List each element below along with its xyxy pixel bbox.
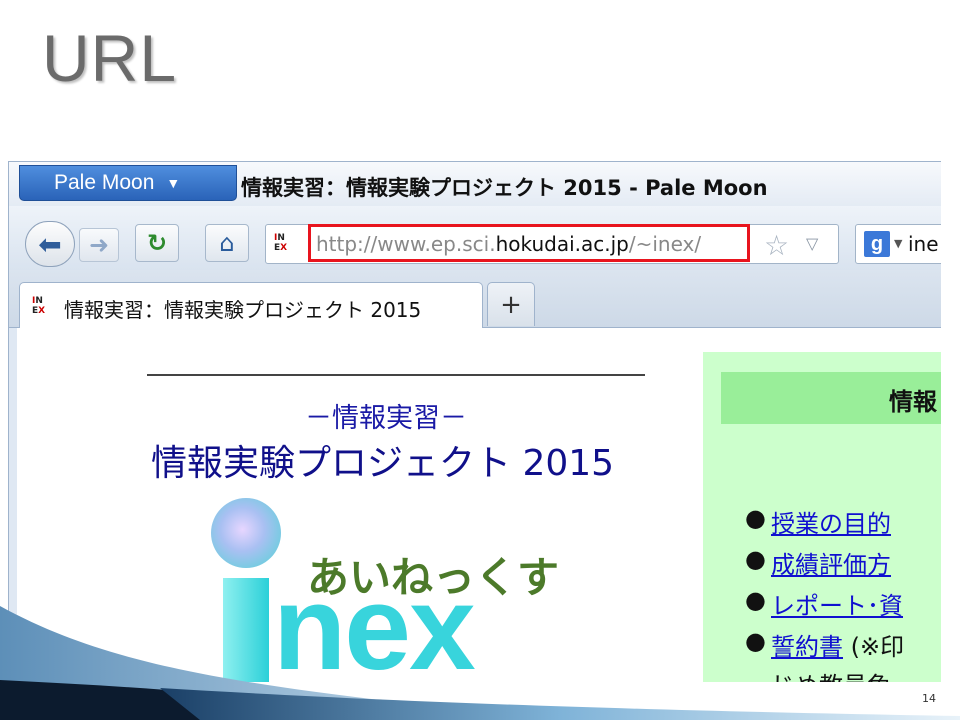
search-input[interactable]: ine [908,232,939,256]
sidebar-link[interactable]: 成績評価方 [771,551,891,579]
page-title: 情報実験プロジェクト 2015 [151,443,615,484]
url-dropdown-icon[interactable]: ▽ [806,234,818,253]
back-button[interactable]: ⬅ [25,221,75,267]
sidebar-header: 情報 [721,372,941,424]
sidebar-title: 情報 [889,388,937,416]
url-highlight-box [308,224,750,262]
logo-dot [211,498,281,568]
search-engine-dropdown-icon[interactable]: ▼ [894,237,902,250]
bookmark-star-icon[interactable]: ☆ [764,229,789,262]
list-item: ● 授業の目的 [745,504,891,538]
navigation-toolbar: ⬅ ➜ ↻ ⌂ IN EX http://www.ep.sci.hokudai.a… [9,206,941,270]
tab-bar: IN EX 情報実習：情報実験プロジェクト 2015 + [9,270,941,329]
footer-swoosh [0,606,960,720]
page-number: 14 [922,692,936,705]
google-search-icon[interactable]: g [864,231,890,257]
divider [147,374,645,376]
tab-label: 情報実習：情報実験プロジェクト 2015 [64,298,422,322]
forward-button[interactable]: ➜ [79,228,119,262]
tab-favicon-icon: IN EX [32,296,46,316]
arrow-left-icon: ⬅ [38,227,62,261]
site-favicon-icon: IN EX [274,233,288,253]
reload-icon: ↻ [146,229,168,257]
new-tab-button[interactable]: + [487,282,535,326]
sidebar-link[interactable]: 授業の目的 [771,510,891,538]
plus-icon: + [500,289,522,320]
search-bar[interactable]: g ▼ ine [855,224,941,264]
home-icon: ⌂ [219,229,235,257]
arrow-right-icon: ➜ [88,231,110,259]
slide-title: URL [42,21,178,95]
app-menu-button[interactable]: Pale Moon ▼ [19,165,237,201]
tab-active[interactable]: IN EX 情報実習：情報実験プロジェクト 2015 [19,282,483,329]
url-bar[interactable]: IN EX http://www.ep.sci.hokudai.ac.jp/~in… [265,224,839,264]
chevron-down-icon: ▼ [166,175,181,191]
page-subtitle: －情報実習－ [305,403,467,434]
window-title: 情報実習：情報実験プロジェクト 2015 - Pale Moon [241,176,768,200]
app-menu-label: Pale Moon [54,171,155,194]
home-button[interactable]: ⌂ [205,224,249,262]
title-bar: Pale Moon ▼ 情報実習：情報実験プロジェクト 2015 - Pale … [9,162,941,206]
reload-button[interactable]: ↻ [135,224,179,262]
list-item: ● 成績評価方 [745,545,891,579]
